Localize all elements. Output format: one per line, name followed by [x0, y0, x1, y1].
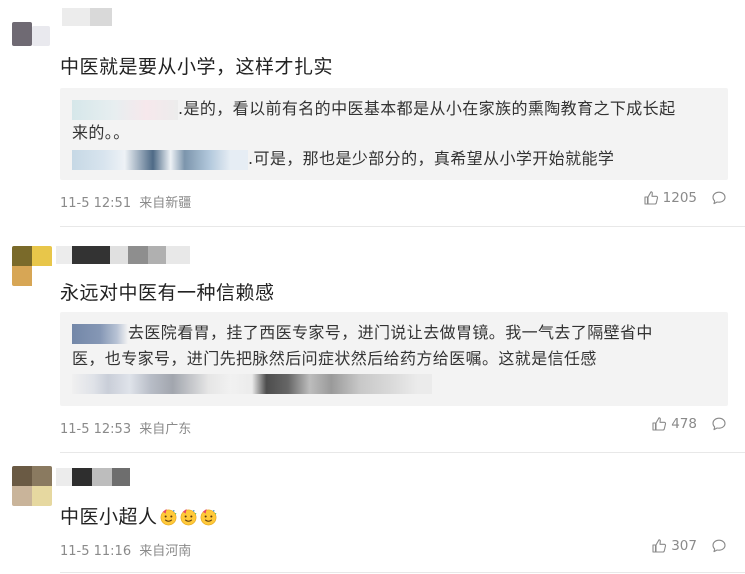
comment-location: 来自广东 [139, 422, 192, 437]
reply-author-blurred[interactable] [72, 99, 178, 120]
reply-line: 医，也专家号，进门先把脉然后问症状然后给药方给医嘱。这就是信任感 [72, 349, 597, 368]
reply-box: .是的，看以前有名的中医基本都是从小在家族的熏陶教育之下成长起 来的。。 .可是… [60, 88, 728, 180]
like-button[interactable]: 478 [651, 416, 697, 432]
divider [60, 226, 745, 227]
like-button[interactable]: 307 [651, 538, 697, 554]
reply-author-blurred[interactable] [72, 149, 248, 170]
reply-author-blurred[interactable] [72, 323, 128, 344]
reply-line: 来的。。 [72, 123, 130, 142]
comment-list: 中医就是要从小学，这样才扎实 .是的，看以前有名的中医基本都是从小在家族的熏陶教… [0, 0, 745, 574]
comment-meta: 11-5 11:16 来自河南 [60, 540, 191, 559]
comment-meta: 11-5 12:53 来自广东 [60, 418, 191, 437]
like-count: 1205 [662, 190, 697, 206]
comment-text: 永远对中医有一种信赖感 [60, 282, 275, 304]
username-blurred[interactable] [56, 468, 130, 486]
comment-actions: 1205 [643, 190, 727, 206]
comment-bubble-icon[interactable] [711, 538, 727, 554]
username-blurred[interactable] [62, 8, 112, 26]
like-count: 307 [671, 538, 697, 554]
thumbs-up-icon [651, 538, 667, 554]
avatar[interactable] [12, 246, 52, 286]
reply-line [72, 372, 432, 394]
comment-bubble-icon[interactable] [711, 416, 727, 432]
comment-time: 11-5 12:53 [60, 422, 132, 437]
avatar-blurred [32, 26, 50, 46]
comment-location: 来自河南 [139, 544, 192, 559]
avatar[interactable] [12, 22, 32, 46]
party-face-emoji-icon [159, 507, 178, 526]
party-face-emoji-icon [199, 507, 218, 526]
comment-time: 11-5 11:16 [60, 544, 132, 559]
reply-box: 去医院看胃，挂了西医专家号，进门说让去做胃镜。我一气去了隔壁省中 医，也专家号，… [60, 312, 728, 406]
comment-text-body: 中医小超人 [60, 506, 158, 528]
party-face-emoji-icon [179, 507, 198, 526]
reply-continuation-blurred [72, 373, 432, 394]
comment-text: 中医就是要从小学，这样才扎实 [60, 56, 334, 78]
like-button[interactable]: 1205 [643, 190, 697, 206]
like-count: 478 [671, 416, 697, 432]
comment-actions: 478 [651, 416, 727, 432]
comment-time: 11-5 12:51 [60, 196, 132, 211]
reply-line: 去医院看胃，挂了西医专家号，进门说让去做胃镜。我一气去了隔壁省中 [72, 322, 653, 344]
reply-line: .是的，看以前有名的中医基本都是从小在家族的熏陶教育之下成长起 [72, 98, 676, 120]
username-blurred[interactable] [56, 246, 190, 264]
thumbs-up-icon [651, 416, 667, 432]
divider [60, 452, 745, 453]
comment-meta: 11-5 12:51 来自新疆 [60, 192, 191, 211]
comment-text: 中医小超人 [60, 502, 218, 529]
divider [60, 572, 745, 573]
comment-bubble-icon[interactable] [711, 190, 727, 206]
reply-line: .可是，那也是少部分的，真希望从小学开始就能学 [72, 148, 614, 170]
thumbs-up-icon [643, 190, 659, 206]
avatar[interactable] [12, 466, 52, 506]
comment-location: 来自新疆 [139, 196, 192, 211]
comment-actions: 307 [651, 538, 727, 554]
